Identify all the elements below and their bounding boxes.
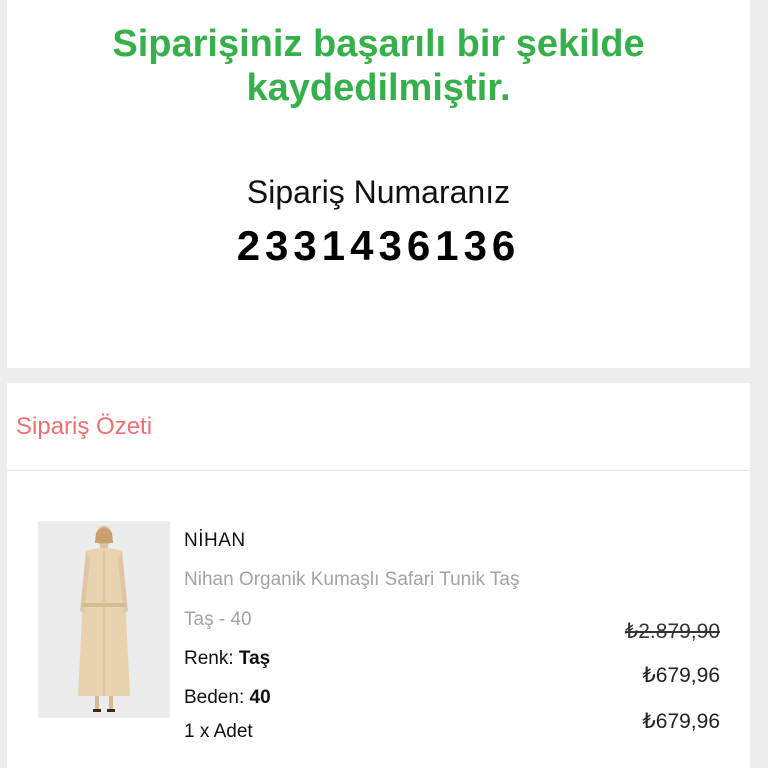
product-name[interactable]: Nihan Organik Kumaşlı Safari Tunik Taş <box>184 569 519 591</box>
model-photo-icon <box>38 521 170 718</box>
summary-header: Sipariş Özeti <box>7 383 750 471</box>
success-message: Siparişiniz başarılı bir şekilde kaydedi… <box>112 23 645 109</box>
order-number: 2331436136 <box>236 222 521 269</box>
color-value: Taş <box>238 648 271 669</box>
size-value: 40 <box>249 687 271 708</box>
order-summary-card: Sipariş Özeti NİHAN Nihan Organik Kumaşl… <box>7 383 750 768</box>
size-label: Beden: <box>184 687 245 708</box>
total-price: ₺679,96 <box>642 710 720 733</box>
quantity: 1 x Adet <box>184 721 253 742</box>
order-number-label: Sipariş Numaranız <box>246 174 511 210</box>
product-variant: Taş - 40 <box>184 609 252 630</box>
product-brand: NİHAN <box>184 530 246 551</box>
summary-title: Sipariş Özeti <box>16 413 153 440</box>
size-attribute: Beden: 40 <box>184 687 271 709</box>
color-attribute: Renk: Taş <box>184 648 270 670</box>
discounted-price: ₺679,96 <box>642 664 720 687</box>
order-success-card: Siparişiniz başarılı bir şekilde kaydedi… <box>7 0 750 368</box>
color-label: Renk: <box>184 648 234 669</box>
product-image[interactable] <box>38 521 170 718</box>
original-price: ₺2.879,90 <box>624 620 720 643</box>
